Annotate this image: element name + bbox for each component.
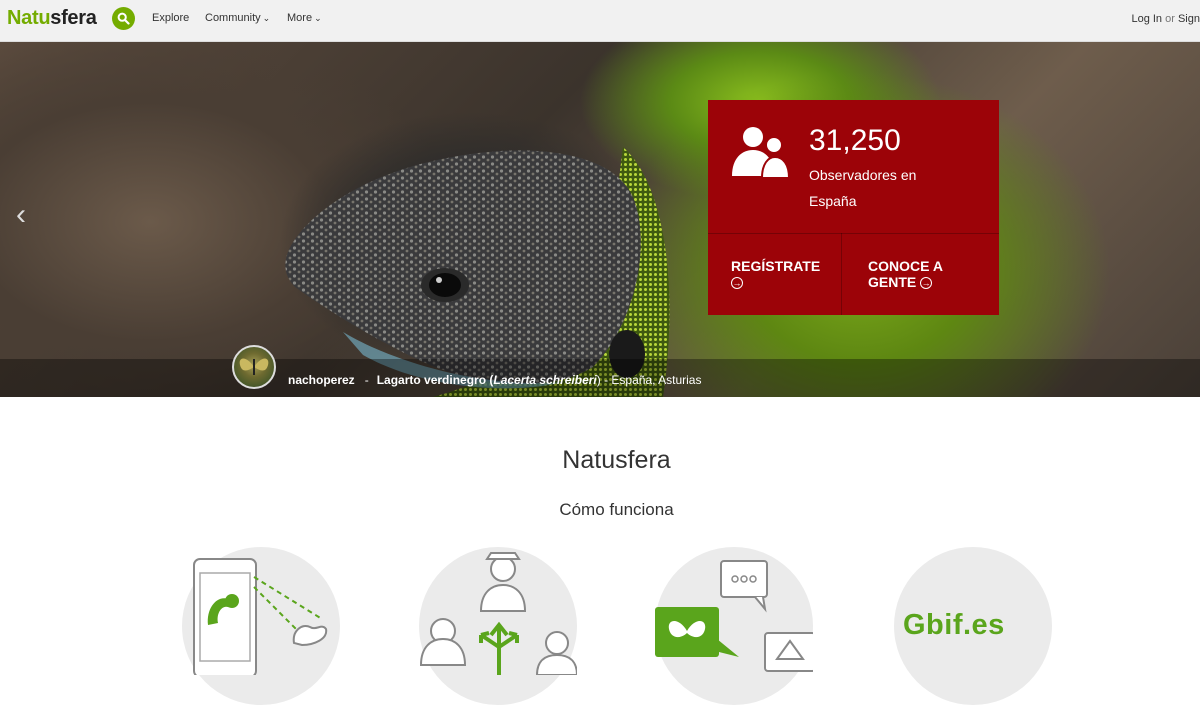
- photo-credit: nachoperez - Lagarto verdinegro (Lacerta s…: [288, 373, 701, 387]
- top-navbar: Natusfera Explore Community ⌄ More ⌄ Log I…: [0, 0, 1200, 42]
- carousel-prev-arrow[interactable]: ‹: [16, 200, 26, 230]
- user-avatar[interactable]: [232, 345, 276, 389]
- arrow-circle-icon: →: [920, 277, 933, 290]
- nav-community-label: Community: [205, 12, 261, 24]
- logo-text-dark: sfera: [50, 7, 97, 29]
- section-title: Natusfera: [562, 446, 671, 474]
- register-label: REGÍSTRATE: [731, 258, 821, 274]
- credit-species[interactable]: Lagarto verdinegro (: [377, 373, 494, 387]
- hero-banner: ‹ nachoperez - Lagarto verdinegro (Lacerta…: [0, 42, 1200, 397]
- signup-link[interactable]: Sign: [1178, 13, 1200, 25]
- nav-more[interactable]: More ⌄: [287, 12, 322, 24]
- meet-people-label-1: CONOCE A: [868, 258, 943, 274]
- credit-latin-name[interactable]: Lacerta schreiberi: [493, 373, 596, 387]
- nav-community[interactable]: Community ⌄: [205, 12, 270, 24]
- auth-or-text: or: [1165, 13, 1175, 25]
- search-icon: [117, 12, 130, 25]
- butterfly-avatar-image: [239, 358, 269, 375]
- credit-place: ) - España, Asturias: [596, 373, 702, 387]
- people-icon: [732, 127, 790, 179]
- lizard-photo: [285, 147, 670, 397]
- feature-share: [419, 547, 579, 705]
- nav-more-label: More: [287, 12, 313, 24]
- register-button[interactable]: REGÍSTRATE →: [731, 258, 820, 290]
- card-divider-vertical: [841, 233, 842, 315]
- search-button[interactable]: [112, 7, 135, 30]
- meet-people-label-2: GENTE: [868, 274, 917, 290]
- arrow-circle-icon: →: [731, 277, 743, 290]
- feature-observe: [182, 547, 340, 705]
- auth-links: Log In or Sign: [1131, 13, 1200, 25]
- people-share-icon: [419, 552, 579, 676]
- site-logo[interactable]: Natusfera: [7, 7, 97, 30]
- observers-card: 31,250 Observadores en España REGÍSTRATE…: [708, 100, 999, 315]
- card-divider: [708, 233, 999, 234]
- meet-people-button[interactable]: CONOCE A GENTE →: [868, 258, 943, 290]
- observers-label: Observadores en España: [809, 167, 917, 209]
- chat-butterfly-icon: [655, 560, 816, 672]
- gbif-logo[interactable]: Gbif.es: [903, 609, 1005, 642]
- how-it-works-heading: Cómo funciona: [559, 500, 674, 519]
- nav-explore-label: Explore: [152, 12, 190, 24]
- credit-separator: -: [364, 373, 369, 387]
- chevron-down-icon: ⌄: [262, 13, 271, 23]
- nav-explore[interactable]: Explore: [152, 12, 189, 24]
- login-link[interactable]: Log In: [1131, 13, 1162, 25]
- logo-text-green: Natu: [7, 7, 51, 29]
- observers-count: 31,250: [809, 124, 901, 157]
- feature-identify: [655, 547, 816, 705]
- chevron-down-icon: ⌄: [314, 13, 322, 23]
- phone-caterpillar-icon: [193, 558, 328, 678]
- credit-username[interactable]: nachoperez: [288, 373, 355, 387]
